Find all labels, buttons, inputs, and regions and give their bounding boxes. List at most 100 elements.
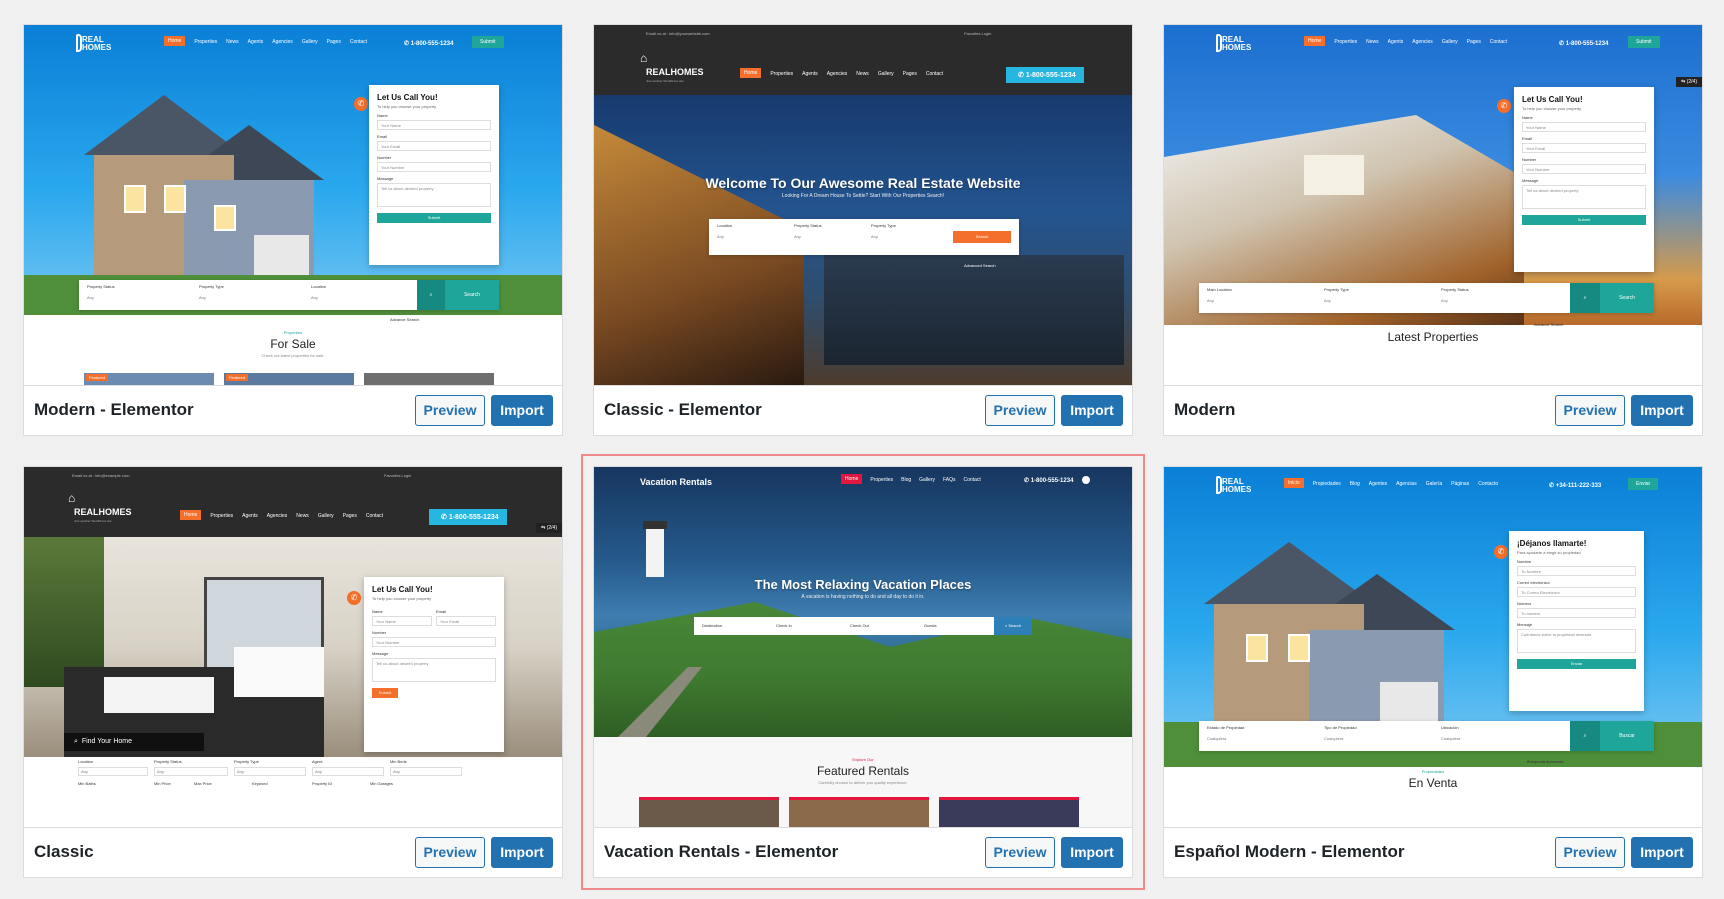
import-button[interactable]: Import [491,395,553,426]
filter-label: Property Status [154,759,182,764]
filter-select: Any [78,767,148,776]
find-home-tab: ⌕ Find Your Home [64,733,204,751]
form-textarea: Tell us about desired property [372,658,496,682]
section-eyebrow: Explore Our [852,757,874,762]
card-footer: Classic - Elementor Preview Import [594,385,1132,435]
preview-button[interactable]: Preview [1555,395,1625,426]
nav-item: Contacto [1478,481,1499,487]
search-field: Check Out [850,623,869,628]
demo-card-classic-elementor[interactable]: Email us at : info@yourwebsite.com Favor… [593,24,1133,436]
form-input: Tu Correo Electrónico [1517,587,1636,597]
header-phone: ✆ 1-800-555-1234 [429,509,507,525]
site-navbar: REAL HOMES Home Properties News Agents A… [24,25,562,65]
form-input: Your Number [1522,164,1646,174]
demo-thumbnail[interactable]: REAL HOMES Home Properties News Agents A… [24,25,562,385]
nav-phone: ✆ 1-800-555-1234 [1024,478,1074,484]
rental-search-bar: Destination Check In Check Out Guests [694,617,994,635]
nav-item: Home [164,36,186,46]
demo-thumbnail[interactable]: REAL HOMES Home Properties News Agents A… [1164,25,1702,385]
import-button[interactable]: Import [1061,395,1123,426]
house-logo-icon: ⌂ [640,51,648,65]
form-label: Number [1522,157,1537,162]
nav-item: Pages [342,513,357,519]
form-input: Tu número [1517,608,1636,618]
preview-button[interactable]: Preview [985,837,1055,868]
nav-item: News [1366,39,1379,45]
section-description: Carefully chosen to deliver you quality … [818,780,908,785]
demo-card-vacation-rentals-elementor[interactable]: Vacation Rentals Home Properties Blog Ga… [593,466,1133,878]
section-eyebrow: Propiedades [1421,769,1445,774]
demo-card-modern-elementor[interactable]: REAL HOMES Home Properties News Agents A… [23,24,563,436]
nav-item: Agents [1387,39,1404,45]
slide-counter[interactable]: ⇆ (2/4) [536,523,562,533]
garden [24,537,104,687]
form-title: Let Us Call You! [377,93,438,102]
preview-button[interactable]: Preview [1555,837,1625,868]
city-view [824,255,1124,365]
nav-item: Agencies [826,71,848,77]
search-field: Property Type Any [871,223,896,239]
import-button[interactable]: Import [1631,395,1693,426]
preview-button[interactable]: Preview [415,837,485,868]
nav-submit: Enviar [1628,478,1659,490]
search-field: Guests [924,623,937,628]
form-label: Name [1522,115,1533,120]
search-field: Tipo de Propiedad Cualquiera [1324,725,1357,741]
nav-item: Pages [902,71,917,77]
form-input: Your Number [377,162,491,172]
import-button[interactable]: Import [1631,837,1693,868]
nav-item: Agents [802,71,818,77]
preview-button[interactable]: Preview [985,395,1055,426]
nav-item: Home [180,510,202,520]
section-heading: Latest Properties [1387,330,1479,344]
import-button[interactable]: Import [1061,837,1123,868]
site-logo: REALHOMES [74,507,132,517]
demo-thumbnail[interactable]: Email us at : info@yourwebsite.com Favor… [594,25,1132,385]
nav-item: Gallery [301,39,318,45]
form-textarea: Cuéntanos sobre tu propiedad deseada [1517,629,1636,653]
preview-button[interactable]: Preview [415,395,485,426]
featured-badge: Featured [226,374,249,381]
search-button: Search [953,231,1011,243]
search-field: Destination [702,623,723,628]
form-label: Mensaje [1517,622,1533,627]
filter-label: Min Garages [370,781,393,786]
nav-item: Agents [242,513,258,519]
form-label: Number [377,155,392,160]
demo-card-classic[interactable]: Email us at : info@example.com Favorites… [23,466,563,878]
nav-phone: ✆ 1-800-555-1234 [1559,41,1609,47]
nav-item: Gallery [919,477,935,483]
site-logo: REAL HOMES [1222,35,1252,52]
demo-title: Modern [1174,400,1236,419]
filter-label: Min Beds [390,759,407,764]
rental-thumb [939,797,1079,827]
form-label: Nombre [1517,559,1532,564]
demo-thumbnail[interactable]: REAL HOMES Inicio Propiedades Blog Agent… [1164,467,1702,827]
form-submit: Submit [377,213,491,223]
demo-thumbnail[interactable]: Vacation Rentals Home Properties Blog Ga… [594,467,1132,827]
search-button: Search [445,280,499,310]
demo-card-espanol-modern-elementor[interactable]: REAL HOMES Inicio Propiedades Blog Agent… [1163,466,1703,878]
nav-item: Contact [365,513,384,519]
filter-label: Min Price [154,781,171,786]
import-button[interactable]: Import [491,837,553,868]
rental-thumb [639,797,779,827]
form-input: Tu Nombre [1517,566,1636,576]
filter-select: Any [154,767,228,776]
section-heading: En Venta [1408,776,1458,790]
card-footer: Modern - Elementor Preview Import [24,385,562,435]
slide-counter[interactable]: ⇆ (2/4) [1676,77,1702,87]
nav-item: Galería [1425,481,1443,487]
hero-title: The Most Relaxing Vacation Places [754,577,972,592]
user-icon [1082,476,1090,484]
nav-item: Properties [210,513,234,519]
nav-item: Properties [870,477,894,483]
form-label: Name [372,609,383,614]
demo-thumbnail[interactable]: Email us at : info@example.com Favorites… [24,467,562,827]
form-label: Message [372,651,389,656]
filter-select: Any [234,767,306,776]
nav-phone: ✆ 1-800-555-1234 [404,41,454,47]
top-bar: Email us at : info@yourwebsite.com Favor… [594,25,1132,43]
demo-card-modern[interactable]: REAL HOMES Home Properties News Agents A… [1163,24,1703,436]
search-field: Main Location Any [1207,287,1232,303]
